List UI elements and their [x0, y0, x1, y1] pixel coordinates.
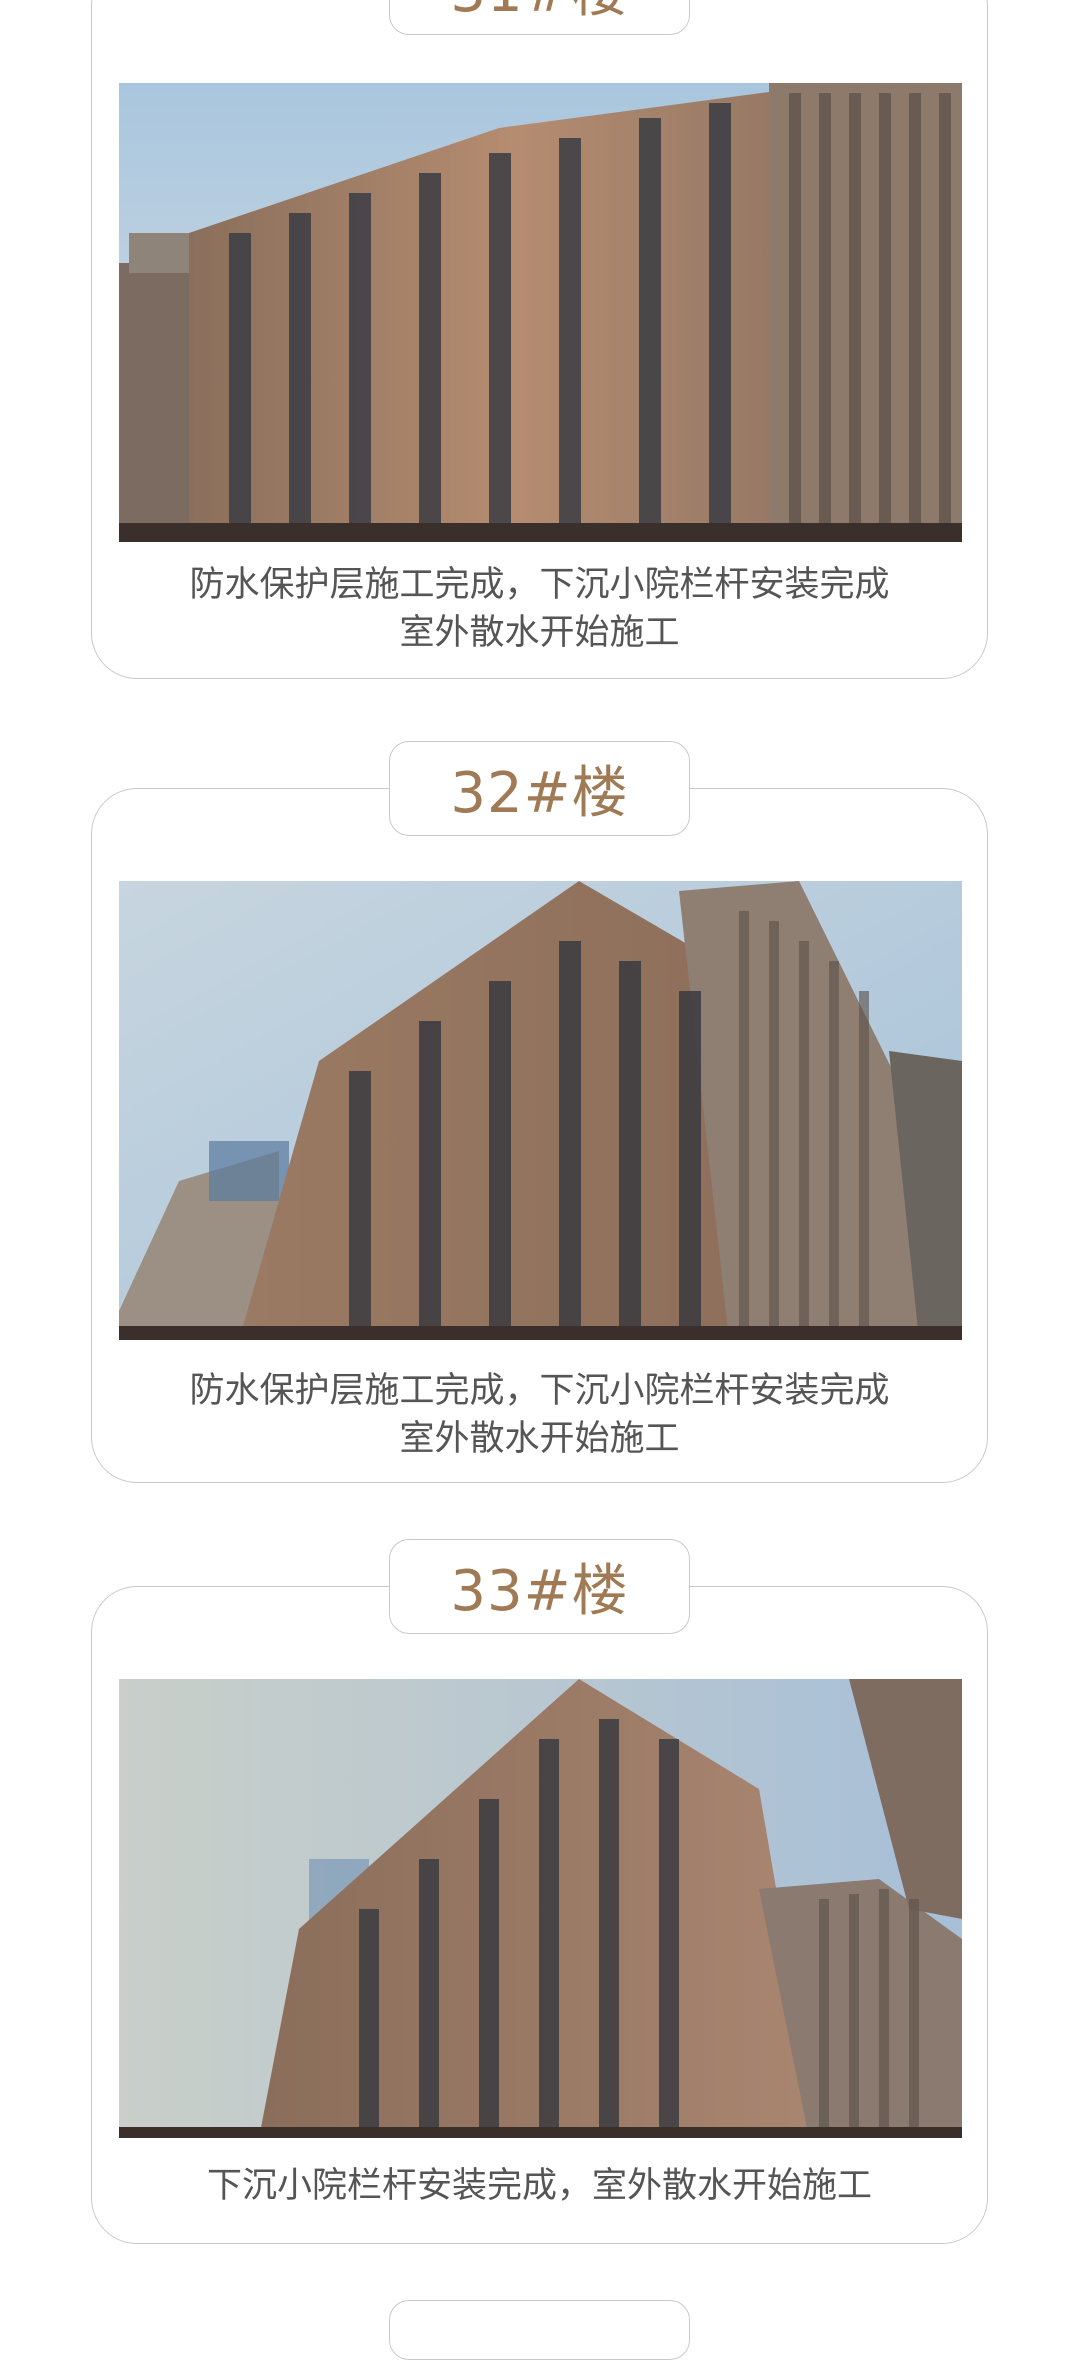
caption-line: 下沉小院栏杆安装完成，室外散水开始施工: [206, 2166, 872, 2206]
next-tag-peek: [389, 2300, 690, 2360]
photo-caption: 防水保护层施工完成，下沉小院栏杆安装完成 室外散水开始施工: [92, 561, 987, 657]
building-photo-graphic: [119, 1679, 962, 2138]
building-photo-graphic: [119, 83, 962, 542]
building-photo[interactable]: [119, 83, 962, 542]
building-tag-32: 32#楼: [389, 741, 690, 836]
building-tag-33: 33#楼: [389, 1539, 690, 1634]
progress-card-31: 防水保护层施工完成，下沉小院栏杆安装完成 室外散水开始施工: [91, 0, 988, 679]
caption-line: 室外散水开始施工: [399, 1419, 680, 1459]
building-tag-31: 31#楼: [389, 0, 690, 35]
caption-line: 防水保护层施工完成，下沉小院栏杆安装完成: [189, 565, 890, 605]
building-photo[interactable]: [119, 1679, 962, 2138]
progress-card-32: 防水保护层施工完成，下沉小院栏杆安装完成 室外散水开始施工: [91, 788, 988, 1483]
photo-caption: 防水保护层施工完成，下沉小院栏杆安装完成 室外散水开始施工: [92, 1367, 987, 1463]
photo-caption: 下沉小院栏杆安装完成，室外散水开始施工: [92, 2162, 987, 2210]
progress-card-33: 下沉小院栏杆安装完成，室外散水开始施工: [91, 1586, 988, 2244]
caption-line: 室外散水开始施工: [399, 613, 680, 653]
building-photo-graphic: [119, 881, 962, 1340]
building-photo[interactable]: [119, 881, 962, 1340]
caption-line: 防水保护层施工完成，下沉小院栏杆安装完成: [189, 1371, 890, 1411]
